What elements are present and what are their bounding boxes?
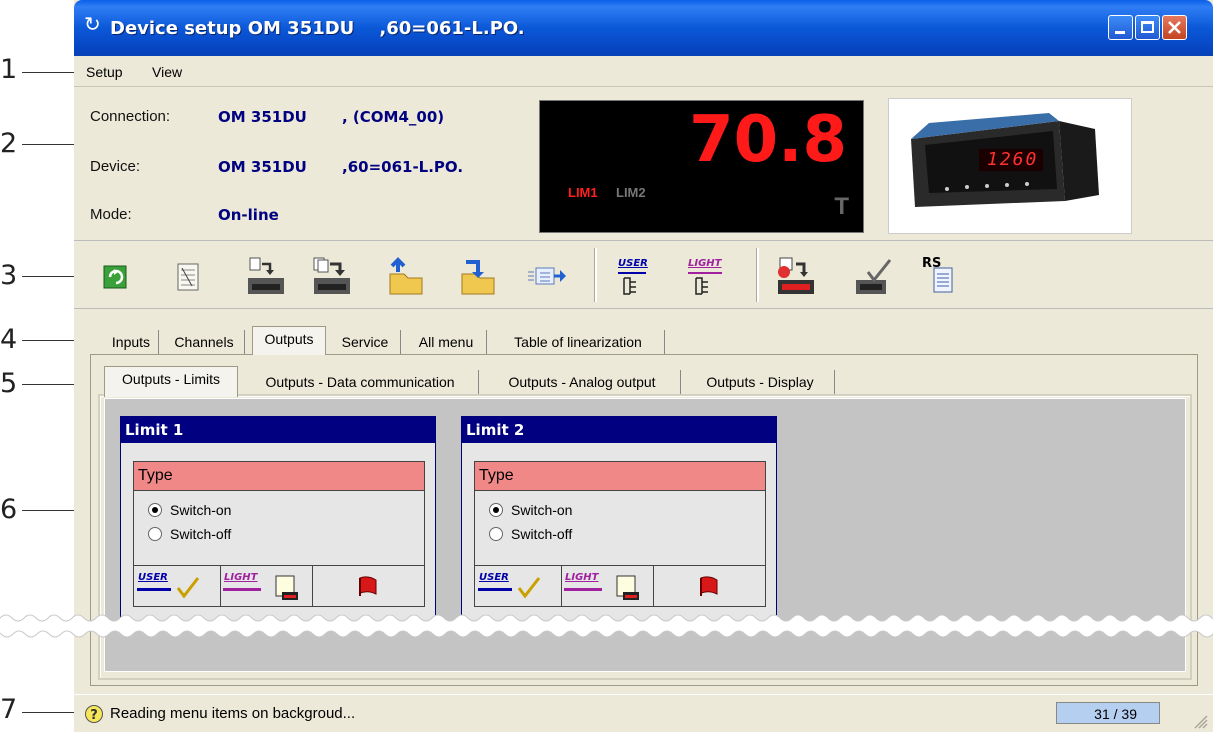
device-value: OM 351DU — [218, 158, 307, 176]
tab-inputs[interactable]: Inputs — [104, 330, 159, 354]
refresh-icon[interactable] — [98, 256, 134, 296]
device-photo: 1260 — [888, 98, 1132, 234]
transfer-icon[interactable] — [526, 256, 570, 296]
limit-title: Limit 1 — [121, 417, 435, 443]
display-value: 70.8 — [689, 103, 847, 177]
question-icon: ? — [85, 705, 103, 723]
device-label: Device: — [90, 158, 141, 175]
subtab-outputs-data-communication[interactable]: Outputs - Data communication — [242, 370, 479, 394]
callout-4: 4 — [0, 324, 18, 355]
callout-1: 1 — [0, 54, 18, 85]
limit-1-panel: Limit 1 Type Switch-on Switch-off USER L… — [120, 416, 436, 628]
maximize-button[interactable] — [1135, 15, 1160, 40]
limit-title: Limit 2 — [462, 417, 776, 443]
toolbar-separator — [594, 248, 597, 302]
limit-icon-row: USER LIGHT — [475, 565, 765, 606]
radio-switch-on[interactable]: Switch-on — [489, 502, 572, 518]
radio-dot — [148, 503, 162, 517]
rs-document-icon[interactable]: RS — [922, 256, 962, 296]
display-preview: 70.8 LIM1 LIM2 T — [539, 100, 864, 233]
radio-dot — [489, 527, 503, 541]
callout-5: 5 — [0, 368, 18, 399]
status-text: Reading menu items on backgroud... — [110, 705, 356, 722]
callout-line — [22, 712, 82, 713]
window-title: Device setup OM 351DU ,60=061-L.PO. — [110, 18, 525, 39]
user-menu-icon[interactable]: USER — [614, 256, 654, 296]
light-display-icon[interactable]: LIGHT — [220, 566, 313, 606]
tab-table-of-linearization[interactable]: Table of linearization — [492, 330, 665, 354]
user-check-icon[interactable]: USER — [134, 566, 221, 606]
device-code: ,60=061-L.PO. — [342, 158, 464, 176]
tab-service[interactable]: Service — [330, 330, 401, 354]
tab-outputs[interactable]: Outputs — [252, 326, 326, 355]
radio-dot — [148, 527, 162, 541]
callout-6: 6 — [0, 494, 18, 525]
light-display-icon[interactable]: LIGHT — [561, 566, 654, 606]
torn-edge-divider — [0, 614, 1213, 638]
resize-grip-icon[interactable] — [1194, 715, 1208, 729]
status-bar: ? Reading menu items on backgroud... 31 … — [74, 694, 1213, 732]
callout-2: 2 — [0, 128, 18, 159]
flag-icon[interactable] — [312, 566, 424, 606]
connection-label: Connection: — [90, 108, 171, 125]
close-button[interactable] — [1162, 15, 1187, 40]
tare-indicator: T — [834, 193, 849, 220]
lim1-indicator: LIM1 — [568, 185, 598, 200]
download-clock-icon[interactable] — [774, 256, 818, 296]
device-check-icon[interactable] — [852, 256, 896, 296]
subtab-outputs-display[interactable]: Outputs - Display — [686, 370, 835, 394]
radio-switch-off[interactable]: Switch-off — [489, 526, 572, 542]
flag-icon[interactable] — [653, 566, 765, 606]
lim2-indicator: LIM2 — [616, 185, 646, 200]
type-label: Type — [134, 462, 424, 491]
spreadsheet-icon[interactable] — [170, 256, 206, 296]
download-all-to-device-icon[interactable] — [310, 256, 354, 296]
limit-2-panel: Limit 2 Type Switch-on Switch-off USER L… — [461, 416, 777, 628]
limit-icon-row: USER LIGHT — [134, 565, 424, 606]
radio-dot — [489, 503, 503, 517]
open-folder-icon[interactable] — [384, 256, 428, 296]
status-counter: 31 / 39 — [1056, 702, 1160, 724]
callout-line — [22, 144, 78, 145]
callout-line — [22, 276, 78, 277]
radio-switch-off[interactable]: Switch-off — [148, 526, 231, 542]
menu-bar: Setup View — [74, 56, 1213, 87]
mode-value: On-line — [218, 206, 279, 224]
menu-view[interactable]: View — [152, 64, 182, 80]
tab-all-menu[interactable]: All menu — [406, 330, 487, 354]
download-to-device-icon[interactable] — [244, 256, 288, 296]
user-check-icon[interactable]: USER — [475, 566, 562, 606]
callout-7: 7 — [0, 694, 18, 725]
light-menu-icon[interactable]: LIGHT — [686, 256, 726, 296]
type-group: Type Switch-on Switch-off USER LIGHT — [474, 461, 766, 607]
radio-switch-on[interactable]: Switch-on — [148, 502, 231, 518]
minimize-button[interactable] — [1108, 15, 1133, 40]
svg-text:?: ? — [90, 708, 98, 723]
toolbar-separator — [756, 248, 759, 302]
device-photo-readout: 1260 — [987, 149, 1039, 170]
refresh-app-icon: ↻ — [84, 12, 101, 36]
connection-port: , (COM4_00) — [342, 108, 445, 126]
connection-value: OM 351DU — [218, 108, 307, 126]
type-label: Type — [475, 462, 765, 491]
menu-setup[interactable]: Setup — [86, 64, 123, 80]
connection-info-panel: Connection: OM 351DU , (COM4_00) Device:… — [74, 88, 1213, 241]
callout-line — [22, 72, 78, 73]
callout-3: 3 — [0, 260, 18, 291]
subtab-outputs-analog-output[interactable]: Outputs - Analog output — [484, 370, 681, 394]
toolbar: USER LIGHT RS — [74, 242, 1213, 309]
subtab-outputs-limits[interactable]: Outputs - Limits — [104, 366, 238, 397]
type-group: Type Switch-on Switch-off USER LIGHT — [133, 461, 425, 607]
save-folder-icon[interactable] — [456, 256, 500, 296]
title-bar[interactable]: ↻ Device setup OM 351DU ,60=061-L.PO. — [74, 0, 1213, 56]
tab-channels[interactable]: Channels — [164, 330, 245, 354]
mode-label: Mode: — [90, 206, 132, 223]
